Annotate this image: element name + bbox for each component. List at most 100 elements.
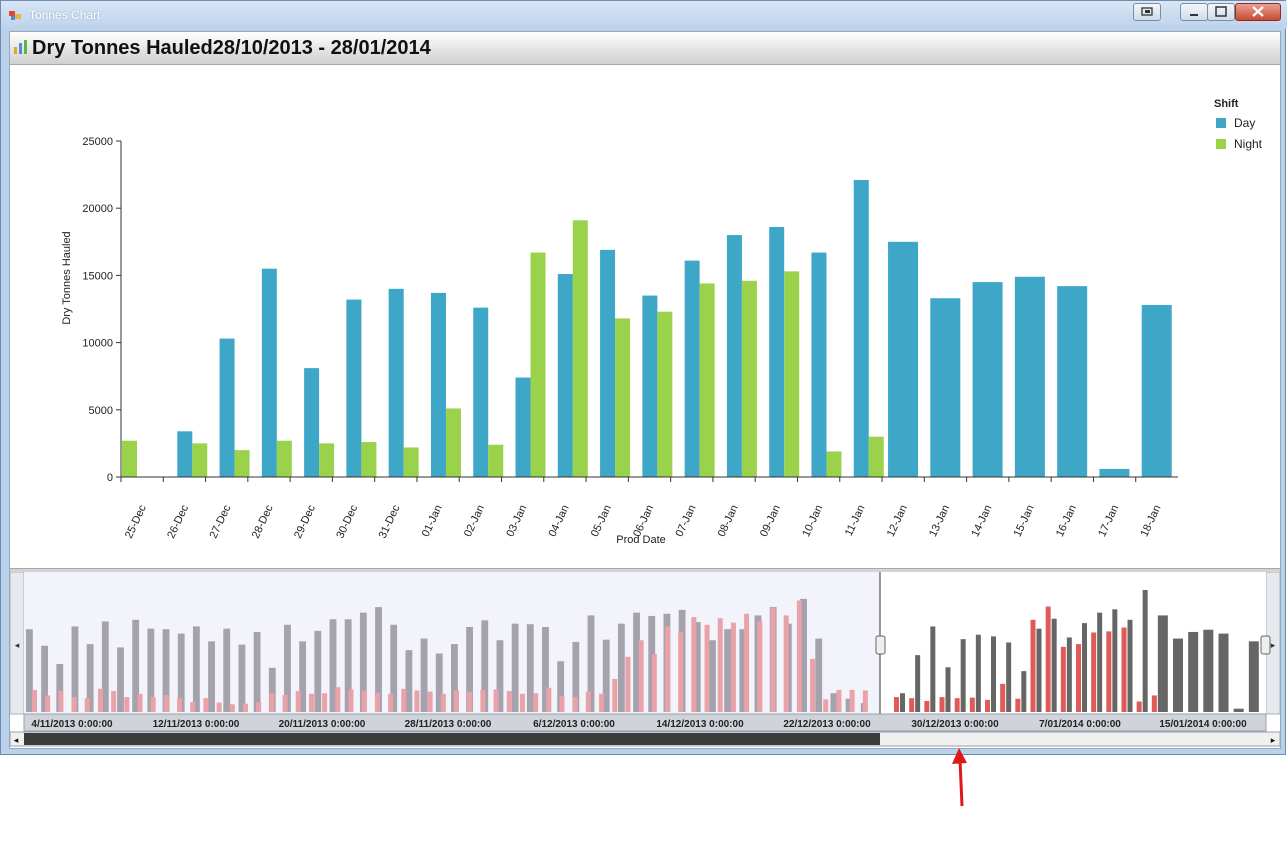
nav-bar-day <box>26 629 33 712</box>
maximize-icon <box>1215 6 1227 17</box>
x-axis-label: Prod Date <box>616 534 666 546</box>
bar-night <box>361 442 377 477</box>
nav-bar-day-selected <box>1127 619 1133 712</box>
x-tick-label: 03-Jan <box>504 503 529 539</box>
nav-date-label: 30/12/2013 0:00:00 <box>911 719 999 730</box>
scroll-left-icon[interactable]: ◂ <box>14 736 19 746</box>
nav-bar-night <box>216 702 222 712</box>
minimize-button[interactable] <box>1180 3 1208 21</box>
nav-bar-night <box>783 615 789 712</box>
nav-date-label: 7/01/2014 0:00:00 <box>1039 719 1121 730</box>
nav-bar-night <box>203 698 209 712</box>
bar-day <box>515 377 531 477</box>
bar-night <box>699 283 715 477</box>
close-button[interactable] <box>1235 3 1281 21</box>
nav-bar-night <box>243 703 248 712</box>
legend-swatch-day <box>1216 118 1226 128</box>
nav-bar-night <box>282 694 288 712</box>
nav-bar-night <box>836 689 842 712</box>
nav-bar-day-selected <box>1036 628 1042 712</box>
nav-date-label: 12/11/2013 0:00:00 <box>153 719 240 730</box>
x-tick-label: 14-Jan <box>969 503 994 539</box>
nav-bar-night-selected <box>1151 695 1157 712</box>
nav-bar-day-selected <box>1051 618 1057 712</box>
chart-header: Dry Tonnes Hauled28/10/2013 - 28/01/2014 <box>10 32 1280 65</box>
bar-night <box>868 436 884 477</box>
x-tick-label: 04-Jan <box>547 503 572 539</box>
x-tick-label: 28-Dec <box>250 503 276 541</box>
close-icon <box>1252 6 1264 17</box>
nav-bar-day-selected <box>1142 590 1148 712</box>
bar-night <box>192 443 208 477</box>
bar-day <box>177 431 193 477</box>
nav-bar-night-selected <box>954 698 960 712</box>
nav-bar-day <box>223 628 231 712</box>
nav-bar-day-selected <box>900 693 905 712</box>
nav-date-label: 20/11/2013 0:00:00 <box>279 719 366 730</box>
nav-bar-night <box>493 689 499 712</box>
bar-chart-icon <box>14 40 27 54</box>
nav-date-label: 15/01/2014 0:00:00 <box>1159 719 1247 730</box>
app-window: Tonnes Chart Dry Tonnes Hauled28/10/2013… <box>0 0 1287 755</box>
nav-bar-night-selected <box>894 697 899 712</box>
nav-bar-day-selected <box>1082 623 1087 712</box>
nav-bar-day-selected <box>975 634 981 712</box>
nav-bar-day-selected <box>1112 609 1118 712</box>
x-tick-label: 31-Dec <box>377 503 403 541</box>
nav-bar-night-selected <box>969 697 975 712</box>
nav-bar-night <box>849 689 855 712</box>
nav-bar-night <box>810 659 816 712</box>
nav-left-arrow-icon: ◂ <box>15 641 20 651</box>
nav-bar-night <box>572 697 578 712</box>
nav-bar-night-selected <box>1045 606 1051 712</box>
nav-bar-night <box>111 691 117 712</box>
bar-night <box>488 444 504 477</box>
nav-bar-night <box>480 689 486 712</box>
chart-title: Dry Tonnes Hauled28/10/2013 - 28/01/2014 <box>32 37 431 59</box>
nav-bar-night <box>744 613 750 712</box>
maximize-button[interactable] <box>1207 3 1235 21</box>
nav-bar-night-selected <box>1030 619 1036 712</box>
nav-scrollbar-thumb[interactable] <box>24 733 880 745</box>
bar-day <box>853 179 869 477</box>
nav-bar-day-selected <box>1218 633 1229 712</box>
y-tick-label: 0 <box>107 472 113 484</box>
legend-label-day: Day <box>1234 116 1255 130</box>
bar-night <box>319 443 335 477</box>
nav-bar-night <box>190 702 196 712</box>
bar-day <box>769 227 785 477</box>
nav-bar-day <box>420 638 428 712</box>
nav-bar-day-selected <box>991 636 996 712</box>
nav-range-grip-right[interactable] <box>1260 635 1271 655</box>
x-tick-label: 15-Jan <box>1012 503 1037 539</box>
x-tick-label: 08-Jan <box>716 503 741 539</box>
nav-bar-night <box>348 689 354 712</box>
nav-date-label: 14/12/2013 0:00:00 <box>656 719 744 730</box>
nav-bar-night <box>414 690 420 712</box>
nav-bar-day-selected <box>915 655 921 712</box>
nav-bar-night-selected <box>985 699 990 712</box>
bar-night <box>122 440 137 477</box>
bar-night <box>572 220 588 477</box>
x-tick-label: 09-Jan <box>758 503 783 539</box>
nav-bar-night-selected <box>1106 631 1112 712</box>
scroll-right-icon[interactable]: ▸ <box>1271 736 1276 746</box>
bar-day <box>304 368 320 477</box>
x-tick-label: 18-Jan <box>1138 503 1163 539</box>
nav-bar-night-selected <box>1000 683 1006 712</box>
restore-alt-button[interactable] <box>1133 3 1161 21</box>
nav-bar-day-selected <box>945 667 951 712</box>
nav-bar-night <box>796 600 802 712</box>
nav-bar-day-selected <box>1097 612 1103 712</box>
x-tick-label: 16-Jan <box>1054 503 1079 539</box>
nav-bar-night <box>163 694 169 712</box>
nav-range-grip[interactable] <box>875 635 886 655</box>
y-tick-label: 20000 <box>82 203 113 215</box>
y-axis-label: Dry Tonnes Hauled <box>61 231 73 324</box>
nav-bar-day <box>724 629 732 712</box>
nav-bar-night <box>440 693 446 712</box>
nav-bar-day <box>238 644 246 712</box>
nav-bar-night <box>585 691 591 712</box>
x-tick-label: 13-Jan <box>927 503 952 539</box>
x-tick-label: 30-Dec <box>334 503 360 541</box>
